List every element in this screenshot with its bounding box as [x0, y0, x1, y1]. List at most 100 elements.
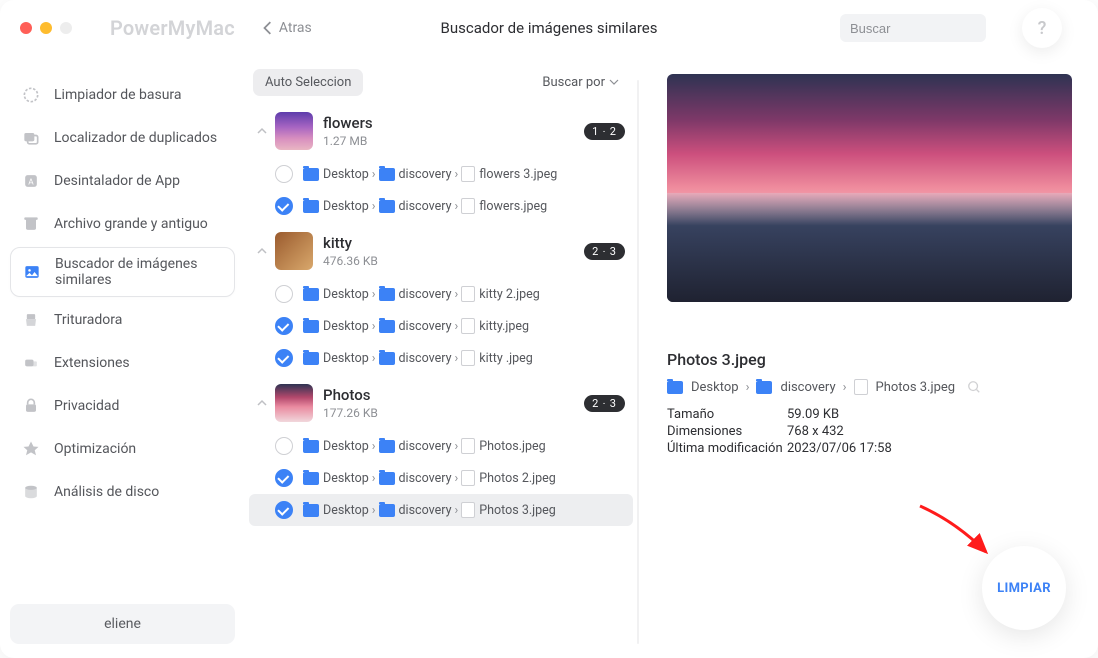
preview-filename: Photos 3.jpeg [667, 350, 1072, 369]
file-name: kitty 2.jpeg [479, 287, 540, 302]
back-button[interactable]: Atras [263, 20, 312, 36]
sidebar-item-label: Desintalador de App [54, 173, 225, 189]
sidebar-item-4[interactable]: Buscador de imágenes similares [10, 247, 235, 297]
group-size: 1.27 MB [323, 134, 584, 148]
file-name: Photos.jpeg [479, 439, 545, 454]
folder-icon [303, 472, 319, 485]
minimize-window-icon[interactable] [40, 22, 52, 34]
clean-button[interactable]: LIMPIAR [982, 546, 1066, 630]
file-icon [854, 379, 868, 395]
page-title: Buscador de imágenes similares [441, 19, 658, 37]
group-count-badge: 1 ‧ 2 [584, 123, 625, 140]
sidebar-icon [20, 127, 42, 149]
sidebar-item-label: Privacidad [54, 398, 225, 414]
user-pill[interactable]: eliene [10, 604, 235, 644]
file-row[interactable]: Desktop›discovery›kitty.jpeg [249, 310, 633, 342]
checkbox[interactable] [275, 469, 293, 487]
sidebar-item-5[interactable]: Trituradora [10, 300, 235, 340]
sidebar-icon [20, 309, 42, 331]
help-button[interactable]: ? [1022, 8, 1062, 48]
file-name: flowers 3.jpeg [479, 167, 557, 182]
zoom-window-icon[interactable] [60, 22, 72, 34]
sidebar-item-1[interactable]: Localizador de duplicados [10, 118, 235, 158]
file-icon [461, 166, 475, 182]
folder-icon [379, 504, 395, 517]
group-header[interactable]: Photos177.26 KB2 ‧ 3 [245, 374, 637, 430]
file-row[interactable]: Desktop›discovery›kitty .jpeg [249, 342, 633, 374]
svg-text:A: A [28, 177, 34, 187]
file-icon [461, 198, 475, 214]
sidebar-item-label: Localizador de duplicados [54, 130, 225, 146]
search-input[interactable] [850, 21, 1026, 36]
file-name: flowers.jpeg [479, 199, 547, 214]
chevron-up-icon[interactable] [249, 245, 275, 257]
file-row[interactable]: Desktop›discovery›Photos 2.jpeg [249, 462, 633, 494]
sidebar-icon [20, 213, 42, 235]
preview-path: Desktop › discovery › Photos 3.jpeg [667, 379, 1072, 395]
file-icon [461, 470, 475, 486]
sidebar-item-label: Buscador de imágenes similares [55, 256, 224, 288]
sidebar-item-0[interactable]: Limpiador de basura [10, 75, 235, 115]
group-header[interactable]: kitty 476.36 KB2 ‧ 3 [245, 222, 637, 278]
sidebar-item-7[interactable]: Privacidad [10, 386, 235, 426]
folder-icon [379, 200, 395, 213]
file-name: kitty.jpeg [479, 319, 529, 334]
sidebar-item-label: Optimización [54, 441, 225, 457]
file-row[interactable]: Desktop›discovery›flowers 3.jpeg [249, 158, 633, 190]
sidebar-icon [20, 438, 42, 460]
checkbox[interactable] [275, 197, 293, 215]
search-field[interactable] [840, 14, 986, 42]
folder-icon [303, 440, 319, 453]
chevron-up-icon[interactable] [249, 125, 275, 137]
sidebar-item-8[interactable]: Optimización [10, 429, 235, 469]
sidebar-icon: A [20, 170, 42, 192]
results-list: Auto Seleccion Buscar por flowers1.27 MB… [245, 56, 637, 658]
folder-icon [379, 440, 395, 453]
file-icon [461, 318, 475, 334]
sidebar-item-9[interactable]: Análisis de disco [10, 472, 235, 512]
checkbox[interactable] [275, 349, 293, 367]
file-row[interactable]: Desktop›discovery›kitty 2.jpeg [249, 278, 633, 310]
folder-icon [379, 472, 395, 485]
sidebar-item-3[interactable]: Archivo grande y antiguo [10, 204, 235, 244]
folder-icon [303, 168, 319, 181]
file-name: Photos 2.jpeg [479, 471, 556, 486]
folder-icon [379, 320, 395, 333]
search-by-dropdown[interactable]: Buscar por [542, 75, 619, 90]
checkbox[interactable] [275, 285, 293, 303]
group-count-badge: 2 ‧ 3 [584, 243, 625, 260]
chevron-down-icon [609, 77, 619, 87]
checkbox[interactable] [275, 317, 293, 335]
group-thumbnail [275, 384, 313, 422]
folder-icon [303, 352, 319, 365]
chevron-up-icon[interactable] [249, 397, 275, 409]
group-header[interactable]: flowers1.27 MB1 ‧ 2 [245, 102, 637, 158]
checkbox[interactable] [275, 437, 293, 455]
chevron-left-icon [263, 21, 273, 35]
folder-icon [303, 200, 319, 213]
sidebar-item-label: Trituradora [54, 312, 225, 328]
file-row[interactable]: Desktop›discovery›flowers.jpeg [249, 190, 633, 222]
checkbox[interactable] [275, 501, 293, 519]
group-name: kitty [323, 234, 584, 252]
search-icon[interactable] [967, 380, 981, 394]
auto-select-button[interactable]: Auto Seleccion [253, 69, 363, 96]
checkbox[interactable] [275, 165, 293, 183]
file-row[interactable]: Desktop›discovery›Photos.jpeg [249, 430, 633, 462]
sidebar: Limpiador de basura Localizador de duplic… [0, 56, 245, 658]
back-label: Atras [279, 20, 312, 36]
folder-icon [303, 288, 319, 301]
folder-icon [379, 168, 395, 181]
sidebar-item-2[interactable]: A Desintalador de App [10, 161, 235, 201]
header: PowerMyMac Atras Buscador de imágenes si… [0, 0, 1098, 56]
file-icon [461, 438, 475, 454]
folder-icon [303, 320, 319, 333]
file-name: kitty .jpeg [479, 351, 533, 366]
preview-metadata: Tamaño59.09 KB Dimensiones768 x 432 Últi… [667, 407, 1072, 456]
file-row[interactable]: Desktop›discovery›Photos 3.jpeg [249, 494, 633, 526]
group-size: 476.36 KB [323, 254, 584, 268]
group-thumbnail [275, 232, 313, 270]
group-thumbnail [275, 112, 313, 150]
sidebar-item-6[interactable]: Extensiones [10, 343, 235, 383]
close-window-icon[interactable] [20, 22, 32, 34]
